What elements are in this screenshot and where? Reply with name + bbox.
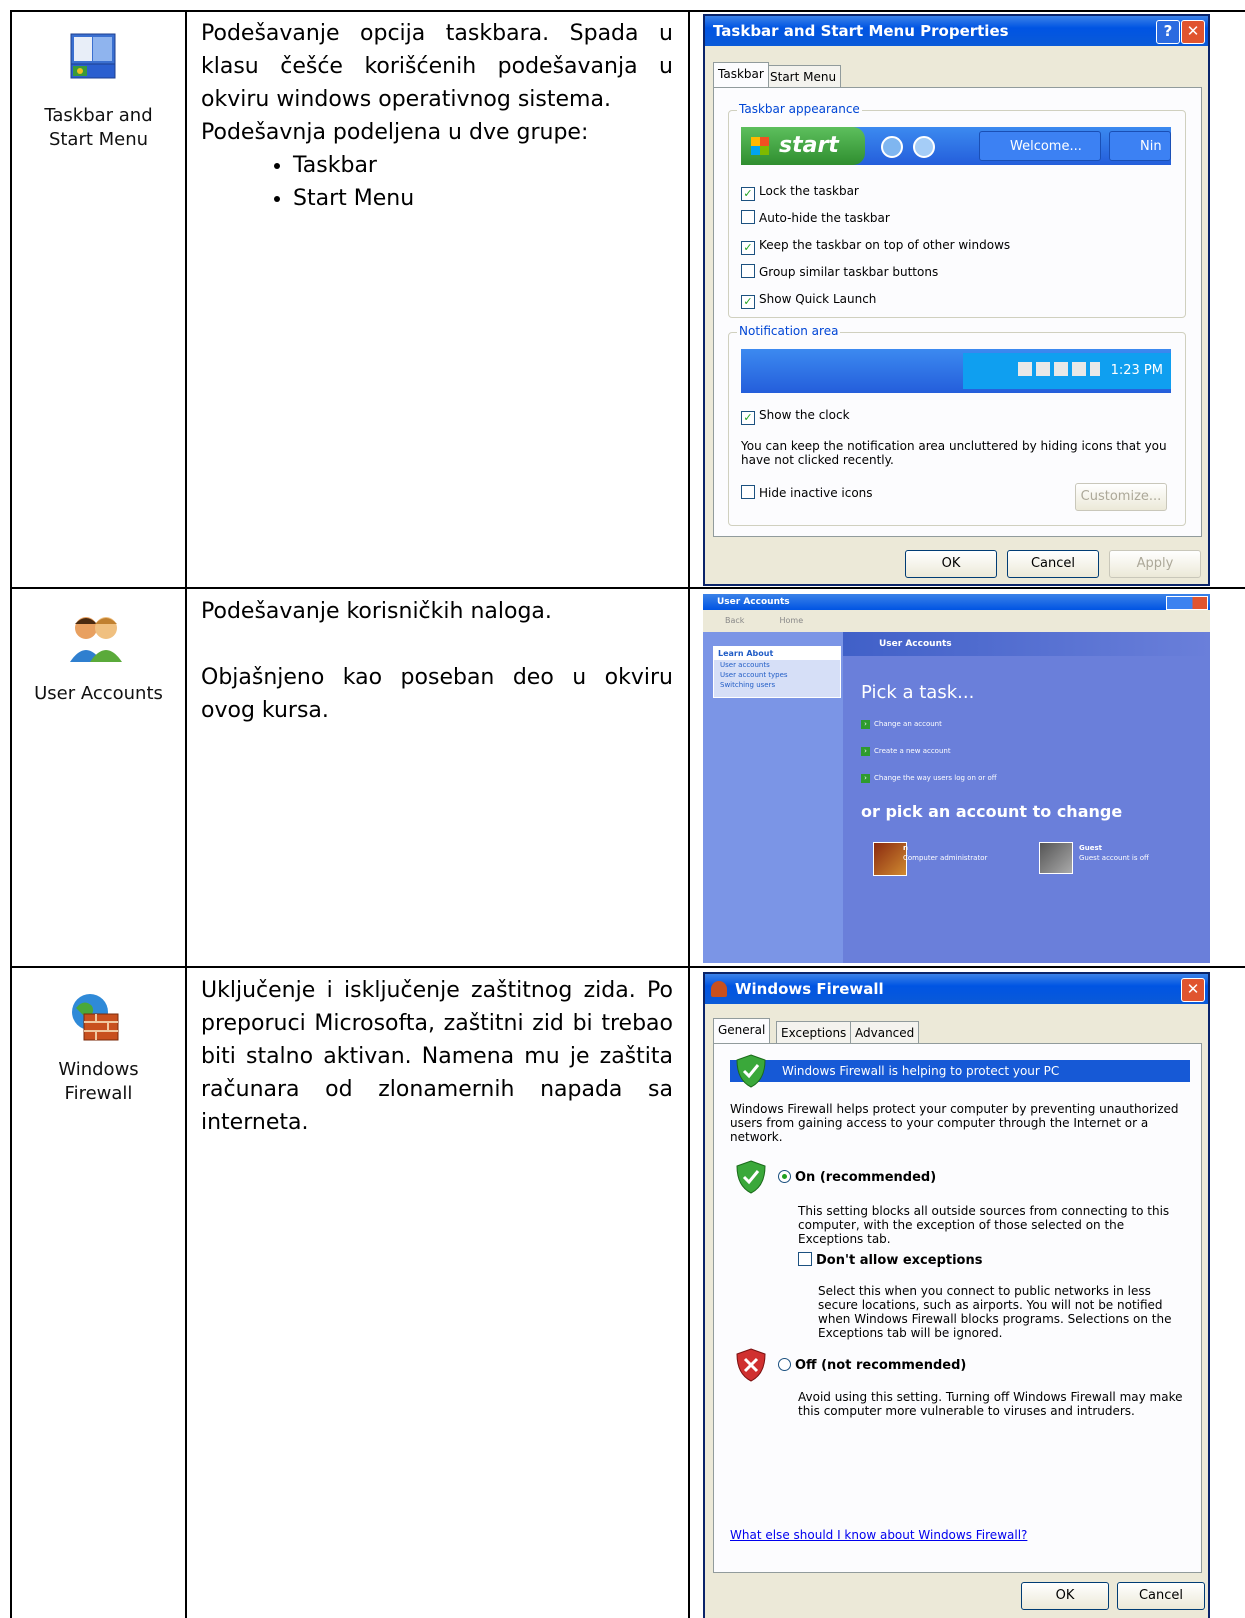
windows-firewall-dialog: Windows Firewall ✕ General Exceptions Ad… [703,972,1210,1618]
help-button[interactable]: ? [1156,20,1180,44]
lock-taskbar-checkbox[interactable]: ✓ Lock the taskbar [741,183,859,201]
taskbar-icon-label: Taskbar and Start Menu [44,105,153,150]
notification-area-group: Notification area 1:23 PM ✓ Show the cloc… [728,324,1186,526]
radio-selected [778,1170,791,1183]
row-divider-1 [10,587,1245,589]
ua-titlebar: User Accounts [703,594,1210,610]
green-shield-icon [736,1054,766,1088]
back-button[interactable]: Back [725,616,744,625]
task-button-welcome: Welcome... [979,131,1101,161]
arrow-icon: › [861,747,870,756]
firewall-icon-label: Windows Firewall [58,1059,139,1104]
customize-button[interactable]: Customize... [1075,483,1167,511]
ua-navbar: Back Home [703,610,1210,632]
apply-button[interactable]: Apply [1109,550,1201,578]
keep-on-top-checkbox[interactable]: ✓ Keep the taskbar on top of other window… [741,237,1010,255]
ua-sidebar: Learn About User accounts User account t… [703,632,843,963]
account-n[interactable]: n Computer administrator [873,842,1023,878]
ua-main-panel: User Accounts Pick a task... › Change an … [843,632,1210,963]
taskbar-properties-dialog: Taskbar and Start Menu Properties ? ✕ Ta… [703,14,1210,586]
firewall-help-link[interactable]: What else should I know about Windows Fi… [730,1528,1027,1542]
user-accounts-icon [66,612,126,668]
general-tab-panel: Windows Firewall is helping to protect y… [713,1043,1202,1573]
taskbar-tab-panel: Taskbar appearance start Welcome... Nin [713,87,1202,537]
ie-quicklaunch-icon [881,136,903,158]
quick-launch-checkbox[interactable]: ✓ Show Quick Launch [741,291,876,309]
table-border-top [10,10,1245,12]
taskbar-bullet-list: Taskbar Start Menu [201,149,673,215]
start-button-preview: start [741,127,865,165]
chess-avatar [873,842,907,876]
close-button[interactable]: ✕ [1181,20,1205,44]
learn-about-box: Learn About User accounts User account t… [713,646,841,698]
col-divider-1 [185,10,187,1618]
firewall-intro: Windows Firewall helps protect your comp… [730,1102,1179,1144]
taskbar-preview: start Welcome... Nin [741,127,1171,165]
dont-allow-description: Select this when you connect to public n… [818,1284,1172,1340]
windows-firewall-icon [66,990,122,1046]
fw-ok-button[interactable]: OK [1021,1582,1109,1610]
user-accounts-icon-label: User Accounts [34,683,163,704]
fw-close-button[interactable]: ✕ [1181,978,1205,1002]
col-divider-2 [688,10,690,1618]
on-description: This setting blocks all outside sources … [798,1204,1170,1246]
off-radio[interactable]: Off (not recommended) [778,1358,966,1373]
status-banner: Windows Firewall is helping to protect y… [730,1060,1190,1082]
ok-button[interactable]: OK [905,550,997,578]
dialog-titlebar: Taskbar and Start Menu Properties ? ✕ [705,16,1208,46]
tab-taskbar[interactable]: Taskbar [713,62,769,87]
radio-unselected [778,1358,791,1371]
taskbar-appearance-group: Taskbar appearance start Welcome... Nin [728,102,1186,318]
ua-window-controls[interactable] [1166,596,1208,610]
taskbar-start-menu-icon [63,30,123,90]
tray-icons [1018,362,1101,376]
pick-account-heading: or pick an account to change [861,802,1123,821]
red-shield-icon [736,1348,766,1382]
green-shield-on-icon [736,1160,766,1194]
user-accounts-window: User Accounts Back Home Learn About User… [703,594,1210,963]
notification-preview: 1:23 PM [741,349,1171,393]
taskbar-description: Podešavanje opcija taskbara. Spada u kla… [201,17,673,215]
outlook-quicklaunch-icon [913,136,935,158]
on-radio[interactable]: On (recommended) [778,1170,936,1185]
group-buttons-checkbox[interactable]: Group similar taskbar buttons [741,264,938,280]
learn-link-account-types[interactable]: User account types [714,670,840,680]
hide-inactive-checkbox[interactable]: Hide inactive icons [741,485,873,501]
row-divider-2 [10,966,1245,968]
tab-start-menu[interactable]: Start Menu [765,65,842,88]
windows-flag-icon [751,137,769,155]
pick-task-heading: Pick a task... [861,682,975,703]
task-change-account[interactable]: › Change an account [861,720,942,729]
account-guest[interactable]: Guest Guest account is off [1039,842,1189,878]
arrow-icon: › [861,774,870,783]
user-accounts-description: Podešavanje korisničkih naloga. Objašnje… [201,599,673,723]
task-button-nin: Nin [1109,131,1171,161]
task-change-logon[interactable]: › Change the way users log on or off [861,774,997,783]
tray-preview: 1:23 PM [963,353,1171,389]
fw-titlebar: Windows Firewall ✕ [705,974,1208,1004]
tab-exceptions[interactable]: Exceptions [776,1021,852,1044]
auto-hide-checkbox[interactable]: Auto-hide the taskbar [741,210,890,226]
tab-general[interactable]: General [713,1018,771,1043]
learn-link-switching[interactable]: Switching users [714,680,840,690]
arrow-icon: › [861,720,870,729]
show-clock-checkbox[interactable]: ✓ Show the clock [741,407,850,425]
off-description: Avoid using this setting. Turning off Wi… [798,1390,1183,1418]
tab-advanced[interactable]: Advanced [850,1021,920,1044]
learn-link-user-accounts[interactable]: User accounts [714,660,840,670]
ua-header: User Accounts [843,632,1210,656]
briefcase-avatar [1039,842,1073,874]
firewall-title-icon [711,981,727,997]
dont-allow-exceptions-checkbox[interactable]: Don't allow exceptions [798,1252,982,1268]
clock-text: 1:23 PM [1110,363,1163,378]
firewall-description: Uključenje i isključenje zaštitnog zida.… [201,978,673,1135]
cancel-button[interactable]: Cancel [1007,550,1099,578]
table-border-left [10,10,12,1618]
notification-help-text: You can keep the notification area unclu… [741,439,1167,467]
home-button[interactable]: Home [780,616,804,625]
fw-cancel-button[interactable]: Cancel [1117,1582,1205,1610]
task-create-account[interactable]: › Create a new account [861,747,951,756]
